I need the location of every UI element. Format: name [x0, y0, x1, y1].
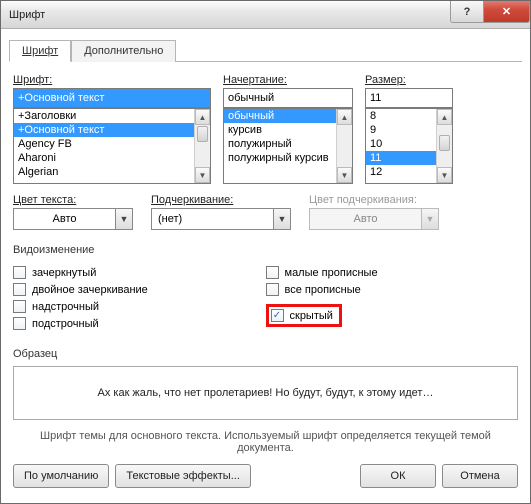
- scroll-up-icon[interactable]: ▲: [337, 109, 352, 125]
- text-effects-button[interactable]: Текстовые эффекты...: [115, 464, 251, 488]
- checkbox-box: [13, 300, 26, 313]
- underline-color-dropdown: Авто ▼: [309, 208, 439, 230]
- underline-color-label: Цвет подчеркивания:: [309, 194, 439, 206]
- ok-button[interactable]: ОК: [360, 464, 436, 488]
- checkbox-hidden[interactable]: ✓скрытый: [266, 304, 342, 327]
- checkbox-box: [13, 317, 26, 330]
- underline-dropdown[interactable]: (нет) ▼: [151, 208, 291, 230]
- chevron-down-icon[interactable]: ▼: [273, 208, 291, 230]
- scroll-down-icon[interactable]: ▼: [337, 167, 352, 183]
- tab-strip: Шрифт Дополнительно: [9, 39, 522, 62]
- scroll-thumb[interactable]: [197, 126, 208, 142]
- checkbox-subscript[interactable]: подстрочный: [13, 317, 266, 330]
- size-label: Размер:: [365, 74, 453, 86]
- preview-title: Образец: [13, 348, 518, 360]
- list-item[interactable]: +Основной текст: [14, 123, 194, 137]
- window-title: Шрифт: [9, 9, 450, 21]
- scroll-up-icon[interactable]: ▲: [437, 109, 452, 125]
- scrollbar[interactable]: ▲ ▼: [336, 109, 352, 183]
- style-list[interactable]: обычный курсив полужирный полужирный кур…: [223, 108, 353, 184]
- checkbox-box: [266, 266, 279, 279]
- list-item[interactable]: 8: [366, 109, 436, 123]
- underline-label: Подчеркивание:: [151, 194, 291, 206]
- list-item[interactable]: курсив: [224, 123, 336, 137]
- list-item[interactable]: полужирный курсив: [224, 151, 336, 165]
- list-item[interactable]: 12: [366, 165, 436, 179]
- scrollbar[interactable]: ▲ ▼: [194, 109, 210, 183]
- list-item[interactable]: обычный: [224, 109, 336, 123]
- list-item[interactable]: 10: [366, 137, 436, 151]
- style-input[interactable]: обычный: [223, 88, 353, 108]
- size-list[interactable]: 8 9 10 11 12 ▲ ▼: [365, 108, 453, 184]
- checkbox-strike[interactable]: зачеркнутый: [13, 266, 266, 279]
- checkbox-box: ✓: [271, 309, 284, 322]
- font-input[interactable]: +Основной текст: [13, 88, 211, 108]
- list-item[interactable]: Algerian: [14, 165, 194, 179]
- hint-text: Шрифт темы для основного текста. Использ…: [13, 430, 518, 454]
- checkbox-box: [13, 283, 26, 296]
- scroll-down-icon[interactable]: ▼: [437, 167, 452, 183]
- checkbox-dblstrike[interactable]: двойное зачеркивание: [13, 283, 266, 296]
- close-icon: ✕: [502, 5, 511, 18]
- scrollbar[interactable]: ▲ ▼: [436, 109, 452, 183]
- chevron-down-icon: ▼: [421, 208, 439, 230]
- titlebar[interactable]: Шрифт ? ✕: [1, 1, 530, 29]
- checkbox-box: [266, 283, 279, 296]
- font-color-dropdown[interactable]: Авто ▼: [13, 208, 133, 230]
- tab-font[interactable]: Шрифт: [9, 40, 71, 62]
- close-button[interactable]: ✕: [484, 1, 530, 23]
- checkbox-allcaps[interactable]: все прописные: [266, 283, 519, 296]
- list-item[interactable]: 11: [366, 151, 436, 165]
- tab-advanced[interactable]: Дополнительно: [71, 40, 176, 62]
- chevron-down-icon[interactable]: ▼: [115, 208, 133, 230]
- cancel-button[interactable]: Отмена: [442, 464, 518, 488]
- size-input[interactable]: 11: [365, 88, 453, 108]
- effects-title: Видоизменение: [13, 244, 518, 256]
- list-item[interactable]: 9: [366, 123, 436, 137]
- checkbox-superscript[interactable]: надстрочный: [13, 300, 266, 313]
- list-item[interactable]: Aharoni: [14, 151, 194, 165]
- style-label: Начертание:: [223, 74, 353, 86]
- font-color-label: Цвет текста:: [13, 194, 133, 206]
- list-item[interactable]: Agency FB: [14, 137, 194, 151]
- checkbox-box: [13, 266, 26, 279]
- help-button[interactable]: ?: [450, 1, 484, 23]
- font-label: Шрифт:: [13, 74, 211, 86]
- checkbox-smallcaps[interactable]: малые прописные: [266, 266, 519, 279]
- font-list[interactable]: +Заголовки +Основной текст Agency FB Aha…: [13, 108, 211, 184]
- font-dialog: Шрифт ? ✕ Шрифт Дополнительно Шрифт: +Ос…: [0, 0, 531, 504]
- list-item[interactable]: +Заголовки: [14, 109, 194, 123]
- scroll-down-icon[interactable]: ▼: [195, 167, 210, 183]
- default-button[interactable]: По умолчанию: [13, 464, 109, 488]
- scroll-up-icon[interactable]: ▲: [195, 109, 210, 125]
- scroll-thumb[interactable]: [439, 135, 450, 151]
- list-item[interactable]: полужирный: [224, 137, 336, 151]
- help-icon: ?: [464, 6, 471, 18]
- preview-box: Ах как жаль, что нет пролетариев! Но буд…: [13, 366, 518, 420]
